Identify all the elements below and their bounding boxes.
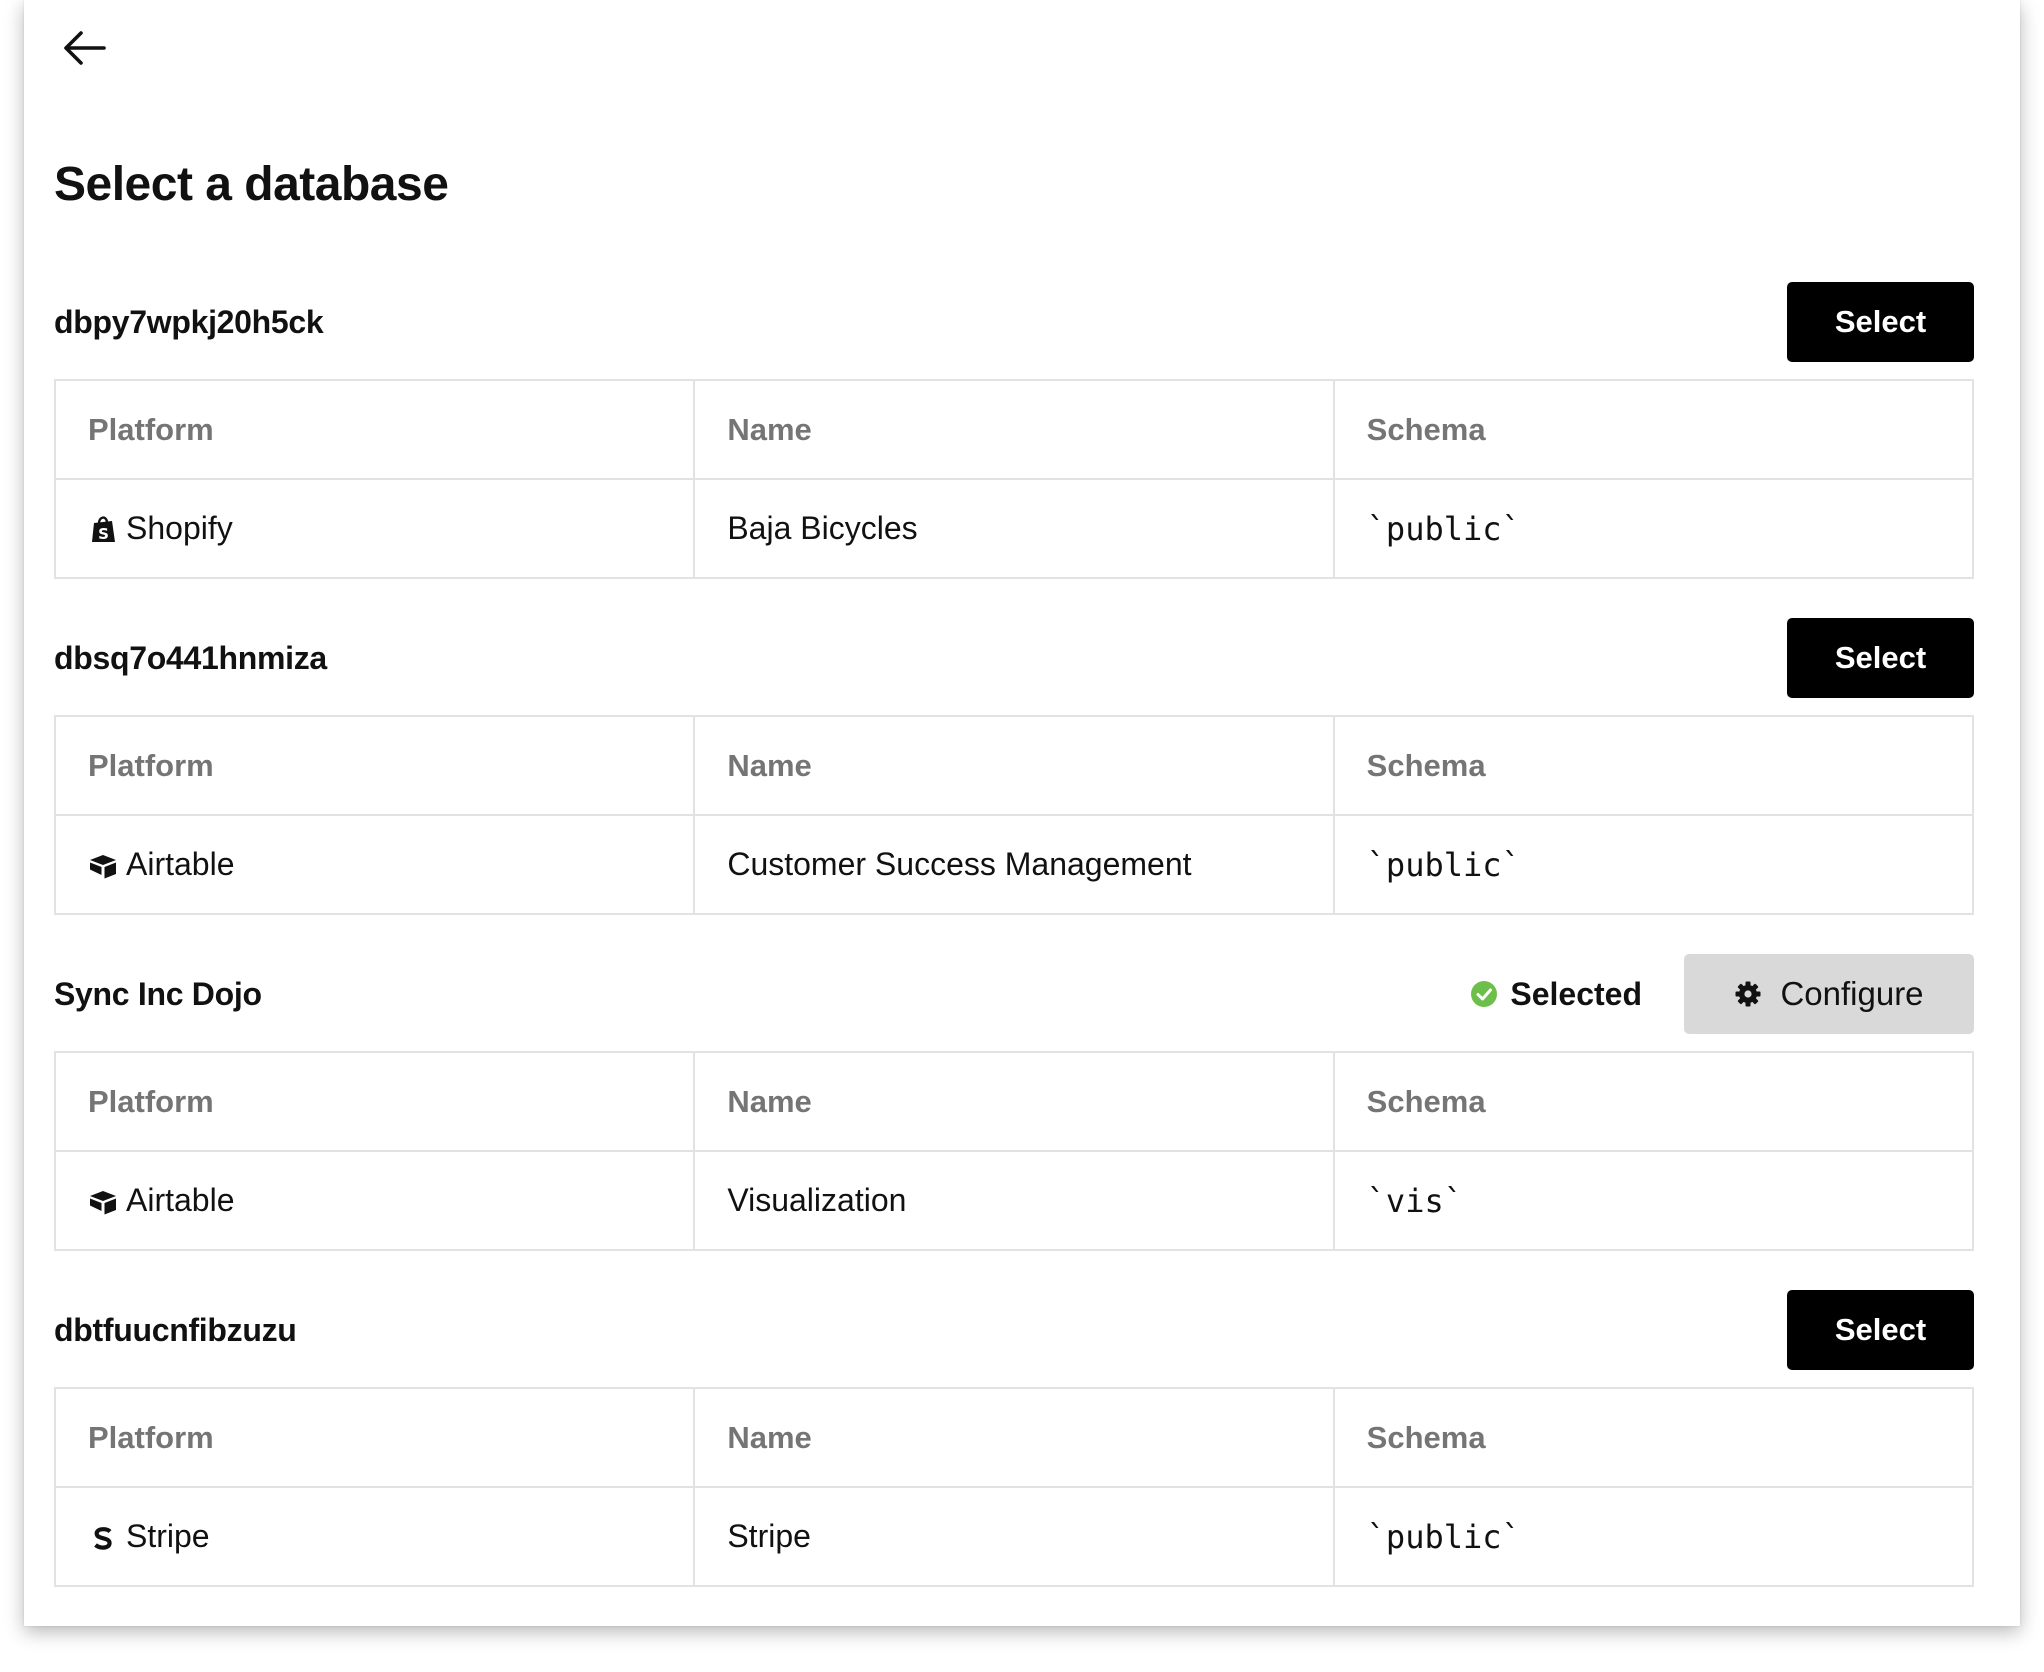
database-name: Sync Inc Dojo <box>54 975 262 1012</box>
schema-cell: `vis` <box>1332 1150 1975 1251</box>
platform-cell: Stripe <box>53 1486 696 1587</box>
column-header-platform: Platform <box>53 1387 696 1488</box>
column-header-schema: Schema <box>1332 715 1975 816</box>
column-header-platform: Platform <box>53 1051 696 1152</box>
table-row: Stripe Stripe `public` <box>53 1486 1975 1587</box>
platform-cell: Airtable <box>53 814 696 915</box>
section-header: Sync Inc Dojo Selected Configure <box>54 954 1974 1034</box>
column-header-name: Name <box>693 715 1335 816</box>
column-header-name: Name <box>693 1051 1335 1152</box>
select-button[interactable]: Select <box>1787 618 1974 698</box>
section-header: dbpy7wpkj20h5ck Select <box>54 282 1974 362</box>
column-header-platform: Platform <box>53 715 696 816</box>
database-table: Platform Name Schema Airtable <box>53 715 1975 915</box>
column-header-schema: Schema <box>1332 1051 1975 1152</box>
database-table: Platform Name Schema Airtable <box>53 1051 1975 1251</box>
column-header-schema: Schema <box>1332 1387 1975 1488</box>
check-circle-icon <box>1471 981 1498 1007</box>
airtable-icon <box>90 854 116 878</box>
arrow-left-icon <box>64 31 106 65</box>
configure-button[interactable]: Configure <box>1684 954 1974 1034</box>
schema-cell: `public` <box>1332 1486 1975 1587</box>
database-table: Platform Name Schema Stripe Stripe `publ… <box>53 1387 1975 1587</box>
table-header-row: Platform Name Schema <box>53 1051 1975 1152</box>
column-header-name: Name <box>693 1387 1335 1488</box>
schema-cell: `public` <box>1332 478 1975 579</box>
back-button[interactable] <box>54 18 114 78</box>
shopify-icon: S <box>92 515 115 543</box>
gear-icon <box>1735 981 1761 1007</box>
svg-text:S: S <box>98 525 109 543</box>
database-section-selected: Sync Inc Dojo Selected Configure Platfor… <box>53 954 1975 1251</box>
select-button[interactable]: Select <box>1787 1290 1974 1370</box>
schema-cell: `public` <box>1332 814 1975 915</box>
name-cell: Baja Bicycles <box>693 478 1335 579</box>
select-button[interactable]: Select <box>1787 282 1974 362</box>
database-section: dbtfuucnfibzuzu Select Platform Name Sch… <box>53 1290 1975 1587</box>
section-header: dbsq7o441hnmiza Select <box>54 618 1974 698</box>
table-header-row: Platform Name Schema <box>53 1387 1975 1488</box>
name-cell: Visualization <box>693 1150 1335 1251</box>
platform-name: Stripe <box>126 1518 210 1554</box>
selected-label: Selected <box>1510 975 1642 1012</box>
platform-cell: S Shopify <box>53 478 696 579</box>
table-row: Airtable Customer Success Management `pu… <box>53 814 1975 915</box>
column-header-platform: Platform <box>53 379 696 480</box>
name-cell: Stripe <box>693 1486 1335 1587</box>
table-row: Airtable Visualization `vis` <box>53 1150 1975 1251</box>
selected-status: Selected <box>1470 976 1642 1013</box>
platform-name: Airtable <box>126 1182 235 1218</box>
database-section: dbsq7o441hnmiza Select Platform Name Sch… <box>53 618 1975 915</box>
database-name: dbtfuucnfibzuzu <box>54 1311 297 1348</box>
platform-name: Shopify <box>126 510 233 546</box>
database-section: dbpy7wpkj20h5ck Select Platform Name Sch… <box>53 282 1975 579</box>
table-header-row: Platform Name Schema <box>53 715 1975 816</box>
database-picker-card: Select a database dbpy7wpkj20h5ck Select… <box>24 0 2020 1626</box>
table-row: S Shopify Baja Bicycles `public` <box>53 478 1975 579</box>
stripe-icon <box>94 1526 112 1550</box>
platform-cell: Airtable <box>53 1150 696 1251</box>
platform-name: Airtable <box>126 846 235 882</box>
configure-label: Configure <box>1780 975 1924 1012</box>
page-title: Select a database <box>54 158 449 211</box>
column-header-schema: Schema <box>1332 379 1975 480</box>
name-cell: Customer Success Management <box>693 814 1335 915</box>
database-name: dbpy7wpkj20h5ck <box>54 303 324 340</box>
table-header-row: Platform Name Schema <box>53 379 1975 480</box>
airtable-icon <box>90 1190 116 1214</box>
section-header: dbtfuucnfibzuzu Select <box>54 1290 1974 1370</box>
column-header-name: Name <box>693 379 1335 480</box>
database-name: dbsq7o441hnmiza <box>54 639 327 676</box>
database-table: Platform Name Schema S Shopify Baja Bicy… <box>53 379 1975 579</box>
